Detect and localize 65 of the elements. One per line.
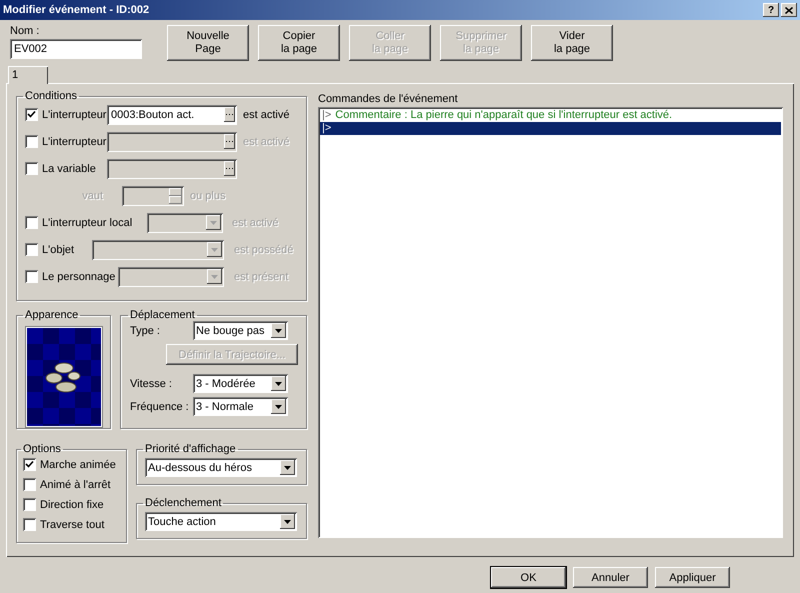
condition-label: L'interrupteur local xyxy=(42,216,132,228)
frequency-label: Fréquence : xyxy=(130,400,189,412)
close-icon[interactable] xyxy=(785,6,793,14)
condition-label: Le personnage xyxy=(42,270,116,282)
condition-suffix: est activé xyxy=(243,108,290,120)
condition-label: L'interrupteur xyxy=(42,108,106,120)
commands-label: Commandes de l'événement xyxy=(318,93,459,105)
switch-field[interactable] xyxy=(107,132,237,152)
speed-dropdown[interactable]: 3 - Modérée xyxy=(193,374,288,393)
checkbox[interactable] xyxy=(23,498,36,511)
checkbox[interactable] xyxy=(25,162,38,175)
close-button[interactable] xyxy=(781,3,797,17)
command-row[interactable]: |> Commentaire : La pierre qui n'apparaît que si l'interrupteur est activé. xyxy=(320,109,781,122)
page-button[interactable]: Copier la page xyxy=(258,25,340,61)
group-title: Conditions xyxy=(24,90,78,102)
window-title: Modifier événement - ID:002 xyxy=(3,4,150,16)
checkbox[interactable] xyxy=(25,243,38,256)
group-title: Options xyxy=(22,443,62,455)
name-label: Nom : xyxy=(10,25,40,37)
dialog-button[interactable]: Appliquer xyxy=(655,567,730,588)
option-label: Traverse tout xyxy=(40,518,104,530)
checkbox[interactable] xyxy=(23,458,36,471)
dropdown[interactable] xyxy=(92,240,224,260)
checkbox[interactable] xyxy=(25,135,38,148)
frequency-dropdown[interactable]: 3 - Normale xyxy=(193,397,288,416)
page-button[interactable]: Nouvelle Page xyxy=(167,25,249,61)
type-dropdown[interactable]: Ne bouge pas xyxy=(193,321,288,340)
dropdown[interactable] xyxy=(118,266,224,286)
speed-label: Vitesse : xyxy=(130,378,172,390)
number-field[interactable] xyxy=(122,186,184,206)
group-title: Apparence xyxy=(24,309,80,321)
condition-label: L'interrupteur xyxy=(42,136,106,148)
command-text: Commentaire : La pierre qui n'apparaît que si l'interrupteur est activé. xyxy=(335,109,672,122)
switch-field[interactable]: 0003:Bouton act. xyxy=(107,104,237,124)
ellipsis-icon[interactable] xyxy=(224,161,235,176)
page-tab[interactable]: 1 xyxy=(8,66,48,84)
group-title: Priorité d'affichage xyxy=(144,443,237,455)
checkbox[interactable] xyxy=(25,108,38,121)
help-button[interactable]: ? xyxy=(763,3,779,17)
trigger-dropdown[interactable]: Touche action xyxy=(145,512,297,531)
checkbox[interactable] xyxy=(25,216,38,229)
group-title: Déclenchement xyxy=(144,497,222,509)
option-label: Marche animée xyxy=(40,458,116,470)
group-title: Déplacement xyxy=(129,309,196,321)
dropdown[interactable] xyxy=(147,212,223,232)
command-marker: |> xyxy=(322,109,332,122)
ellipsis-icon[interactable] xyxy=(224,107,235,122)
name-field[interactable]: EV002 xyxy=(10,39,142,59)
sprite-preview[interactable] xyxy=(26,327,102,427)
condition-label: L'objet xyxy=(42,244,74,256)
condition-label: La variable xyxy=(42,162,96,174)
priority-dropdown[interactable]: Au-dessous du héros xyxy=(145,458,297,477)
dialog-button[interactable]: OK xyxy=(491,567,566,588)
type-label: Type : xyxy=(130,324,160,336)
command-row[interactable]: |> xyxy=(320,122,781,135)
ellipsis-icon[interactable] xyxy=(224,134,235,149)
dialog-button[interactable]: Annuler xyxy=(573,567,648,588)
checkbox[interactable] xyxy=(23,478,36,491)
option-label: Animé à l'arrêt xyxy=(40,478,111,490)
option-label: Direction fixe xyxy=(40,498,104,510)
command-marker: |> xyxy=(322,122,332,135)
checkbox[interactable] xyxy=(23,518,36,531)
page-button[interactable]: Vider la page xyxy=(531,25,613,61)
checkbox[interactable] xyxy=(25,270,38,283)
switch-field[interactable] xyxy=(107,158,237,178)
